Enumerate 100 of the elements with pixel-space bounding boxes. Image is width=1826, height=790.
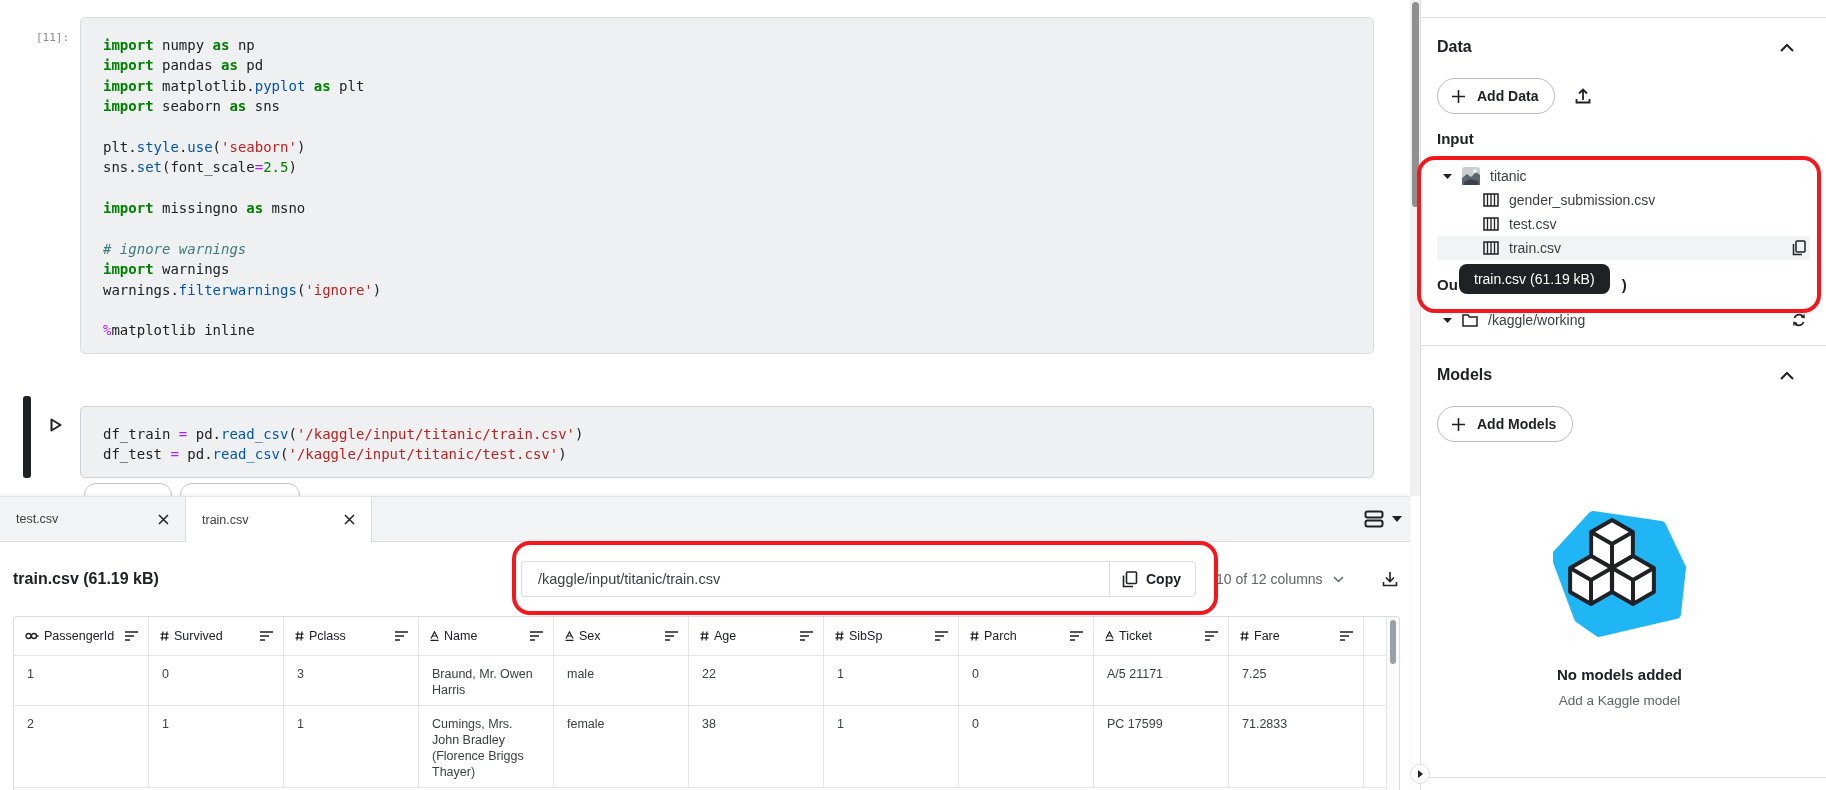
text-type-icon bbox=[1105, 631, 1114, 641]
sort-icon[interactable] bbox=[260, 631, 273, 641]
add-data-button[interactable]: Add Data bbox=[1437, 78, 1556, 114]
input-heading: Input bbox=[1437, 130, 1475, 149]
sort-icon[interactable] bbox=[935, 631, 948, 641]
column-header[interactable]: PassengerId bbox=[14, 617, 149, 655]
code-cell[interactable] bbox=[80, 17, 1374, 354]
text-type-icon bbox=[565, 631, 574, 641]
column-header[interactable]: Pclass bbox=[284, 617, 419, 655]
table-cell: PC 17599 bbox=[1094, 706, 1229, 787]
plus-icon bbox=[1452, 417, 1465, 431]
table-cell: 2 bbox=[14, 706, 149, 787]
column-header[interactable]: SibSp bbox=[824, 617, 959, 655]
table-cell: 1 bbox=[824, 656, 959, 705]
hash-icon bbox=[835, 631, 844, 641]
file-item[interactable]: gender_submission.csv bbox=[1437, 188, 1810, 212]
sort-icon[interactable] bbox=[125, 631, 138, 641]
section-title: Data bbox=[1437, 38, 1472, 56]
scrollbar[interactable] bbox=[1410, 0, 1420, 496]
chevron-icon[interactable] bbox=[1780, 42, 1794, 52]
text-type-icon bbox=[430, 631, 439, 641]
column-header[interactable]: Sex bbox=[554, 617, 689, 655]
caret-icon[interactable] bbox=[1392, 516, 1402, 522]
sort-icon[interactable] bbox=[1070, 631, 1083, 641]
code-line: import seaborn as sns bbox=[103, 97, 281, 117]
column-header[interactable]: Fare bbox=[1229, 617, 1364, 655]
chevron-icon bbox=[1332, 575, 1344, 583]
code-line: plt.style.use('seaborn') bbox=[103, 137, 307, 157]
file-tab[interactable]: train.csv bbox=[186, 497, 372, 542]
caret-icon[interactable] bbox=[1443, 171, 1452, 181]
layout-icon[interactable] bbox=[1364, 510, 1384, 528]
code-line: import matplotlib.pyplot as plt bbox=[103, 76, 366, 96]
copy-button[interactable]: Copy bbox=[1109, 561, 1196, 597]
hash-icon bbox=[700, 631, 709, 641]
table-cell: male bbox=[554, 656, 689, 705]
code-cell[interactable]: df_train = pd.read_csv('/kaggle/input/titanic/train.csv') df_test = pd.read_csv('/kaggle/input/titanic/test.csv') bbox=[80, 405, 1374, 478]
table-cell: Braund, Mr. Owen Harris bbox=[419, 656, 554, 705]
code-line: import pandas as pd bbox=[103, 56, 265, 76]
refresh-icon[interactable] bbox=[1792, 313, 1806, 327]
code-line: warnings.filterwarnings('ignore') bbox=[103, 280, 383, 300]
table-icon bbox=[1483, 193, 1499, 207]
cell-prompt: [11]: bbox=[36, 31, 70, 44]
column-header[interactable]: Parch bbox=[959, 617, 1094, 655]
column-header[interactable]: Survived bbox=[149, 617, 284, 655]
copy-icon[interactable] bbox=[1792, 240, 1806, 256]
close-icon[interactable] bbox=[158, 513, 169, 525]
code-line: # ignore warnings bbox=[103, 239, 248, 259]
table-cell: 1 bbox=[14, 656, 149, 705]
run-icon[interactable] bbox=[50, 417, 62, 432]
sort-icon[interactable] bbox=[395, 631, 408, 641]
sort-icon[interactable] bbox=[1205, 631, 1218, 641]
plus-icon bbox=[1452, 89, 1465, 103]
column-header[interactable]: Age bbox=[689, 617, 824, 655]
file-item[interactable]: train.csv bbox=[1437, 236, 1810, 260]
download-icon[interactable] bbox=[1382, 571, 1398, 587]
column-header[interactable]: Name bbox=[419, 617, 554, 655]
tree-item[interactable]: titanic bbox=[1437, 164, 1810, 188]
code-line: import warnings bbox=[103, 260, 231, 280]
table-cell: 1 bbox=[149, 706, 284, 787]
output-heading: ) bbox=[1621, 275, 1627, 293]
code-line: import numpy as np bbox=[103, 36, 256, 55]
hash-icon bbox=[160, 631, 169, 641]
path-field[interactable]: /kaggle/input/titanic/train.csv bbox=[521, 561, 1109, 597]
sort-icon[interactable] bbox=[800, 631, 813, 641]
column-header[interactable]: Ticket bbox=[1094, 617, 1229, 655]
table-icon bbox=[1483, 217, 1499, 231]
section-title: Models bbox=[1437, 366, 1493, 384]
code-line: import missingno as msno bbox=[103, 199, 307, 219]
table-cell: 1 bbox=[824, 706, 959, 787]
empty-state-title: No models added bbox=[1557, 666, 1682, 683]
file-title: train.csv (61.19 kB) bbox=[13, 570, 160, 588]
table-cell: 38 bbox=[689, 706, 824, 787]
folder-icon bbox=[1462, 313, 1478, 327]
table-cell: female bbox=[554, 706, 689, 787]
add-models-button[interactable]: Add Models bbox=[1437, 406, 1574, 442]
output-heading: Ou bbox=[1437, 275, 1458, 293]
code-line: df_test = pd.read_csv('/kaggle/input/titanic/test.csv') bbox=[103, 445, 568, 465]
table-cell: 0 bbox=[959, 656, 1094, 705]
table-icon bbox=[1483, 241, 1499, 255]
columns-dropdown[interactable]: 10 of 12 columns bbox=[1210, 567, 1350, 591]
caret-icon[interactable] bbox=[1443, 315, 1452, 325]
key-icon bbox=[25, 632, 39, 640]
sort-icon[interactable] bbox=[665, 631, 678, 641]
sort-icon[interactable] bbox=[530, 631, 543, 641]
file-item[interactable]: test.csv bbox=[1437, 212, 1810, 236]
table-cell: 1 bbox=[284, 706, 419, 787]
tree-item[interactable]: /kaggle/working bbox=[1437, 308, 1810, 332]
code-line: %matplotlib inline bbox=[103, 321, 256, 341]
upload-icon[interactable] bbox=[1575, 88, 1592, 104]
code-line: sns.set(font_scale=2.5) bbox=[103, 158, 298, 178]
scrollbar[interactable] bbox=[1386, 617, 1399, 790]
expand-toggle[interactable] bbox=[1410, 764, 1430, 784]
close-icon[interactable] bbox=[344, 514, 355, 525]
tooltip: train.csv (61.19 kB) bbox=[1459, 264, 1610, 294]
chevron-icon[interactable] bbox=[1780, 370, 1794, 380]
table-cell: A/5 21171 bbox=[1094, 656, 1229, 705]
hash-icon bbox=[295, 631, 304, 641]
sort-icon[interactable] bbox=[1340, 631, 1353, 641]
table-cell: 7.25 bbox=[1229, 656, 1364, 705]
code-line: df_train = pd.read_csv('/kaggle/input/titanic/train.csv') bbox=[103, 424, 585, 445]
